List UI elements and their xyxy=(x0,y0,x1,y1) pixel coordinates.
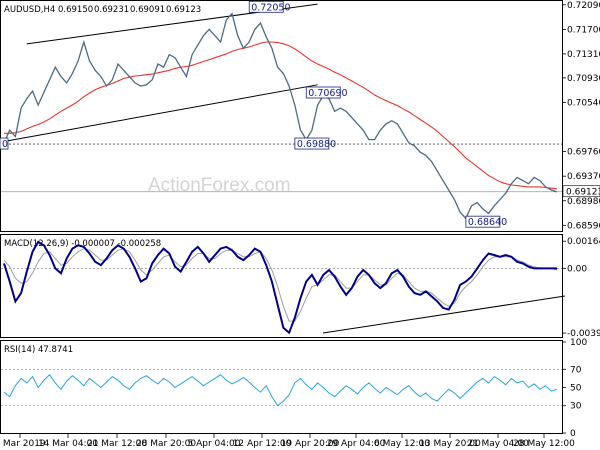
channel-lower-line xyxy=(3,84,318,143)
macd-y-tick-label: 0.001646 xyxy=(567,237,600,247)
rsi-panel-border xyxy=(0,340,563,434)
rsi-y-tick-label: 100 xyxy=(570,338,587,348)
price-annotation-label: 0.72050 xyxy=(251,2,290,13)
price-y-tick-label: 0.71700 xyxy=(567,25,600,35)
close-value: 0.69123 xyxy=(166,5,201,15)
time-x-axis: 6 Mar 201914 Mar 04:0021 Mar 12:0028 Mar… xyxy=(0,434,575,449)
symbol-label: AUDUSD,H4 xyxy=(4,5,55,15)
watermark: ActionForex.com xyxy=(148,175,291,196)
price-annotation-label: 0.69880 xyxy=(297,139,336,150)
price-header: AUDUSD,H4 0.69150 0.69231 0.69091 0.6912… xyxy=(4,5,201,15)
open-value: 0.69150 xyxy=(58,5,93,15)
rsi-y-tick-label: 50 xyxy=(570,384,582,394)
macd-y-tick-label: 0.00 xyxy=(567,264,587,274)
rsi-line xyxy=(3,374,558,407)
macd-panel: MACD(12,26,9) -0.000007 -0.000258 0.0016… xyxy=(1,237,600,339)
price-y-tick-label: 0.72090 xyxy=(567,1,600,11)
rsi-panel: RSI(14) 47.8741 100 70 50 30 0 xyxy=(1,338,587,439)
price-y-tick-label: 0.69370 xyxy=(567,172,600,182)
high-value: 0.69231 xyxy=(94,5,129,15)
low-value: 0.69091 xyxy=(130,5,165,15)
price-panel-border xyxy=(0,0,563,232)
price-y-tick-label: 0.70930 xyxy=(567,74,600,84)
rsi-y-tick-label: 0 xyxy=(570,429,576,439)
chart-canvas: ActionForex.com AUDUSD,H4 0.69150 0.6923… xyxy=(0,0,600,449)
rsi-title: RSI(14) 47.8741 xyxy=(4,345,73,355)
macd-line xyxy=(3,240,557,335)
rsi-y-axis: 100 70 50 30 0 xyxy=(562,338,587,439)
price-y-tick-label: 0.70540 xyxy=(567,98,600,108)
macd-trend-line xyxy=(322,295,566,334)
price-y-tick-label: 0.68980 xyxy=(567,197,600,207)
price-y-tick-label: 0.71310 xyxy=(567,50,600,60)
rsi-y-tick-label: 30 xyxy=(570,402,582,412)
price-annotation-label: 0.70690 xyxy=(308,88,347,99)
price-y-tick-label: 0.69760 xyxy=(567,148,600,158)
moving-average-line xyxy=(4,41,558,190)
x-tick-label: 28 May 12:00 xyxy=(513,439,575,449)
price-panel: ActionForex.com AUDUSD,H4 0.69150 0.6923… xyxy=(0,1,600,231)
price-annotation-label: 0 xyxy=(2,139,8,150)
svg-text:0.69123: 0.69123 xyxy=(566,188,600,198)
macd-y-axis: 0.0016460.00-0.003922 xyxy=(562,237,600,339)
channel-lines xyxy=(3,3,318,143)
price-annotation-label: 0.68640 xyxy=(468,217,507,228)
rsi-y-tick-label: 70 xyxy=(570,365,582,375)
current-price-box: 0.69123 xyxy=(562,185,600,198)
rsi-level-lines xyxy=(1,368,562,407)
price-y-tick-label: 0.68590 xyxy=(567,221,600,231)
